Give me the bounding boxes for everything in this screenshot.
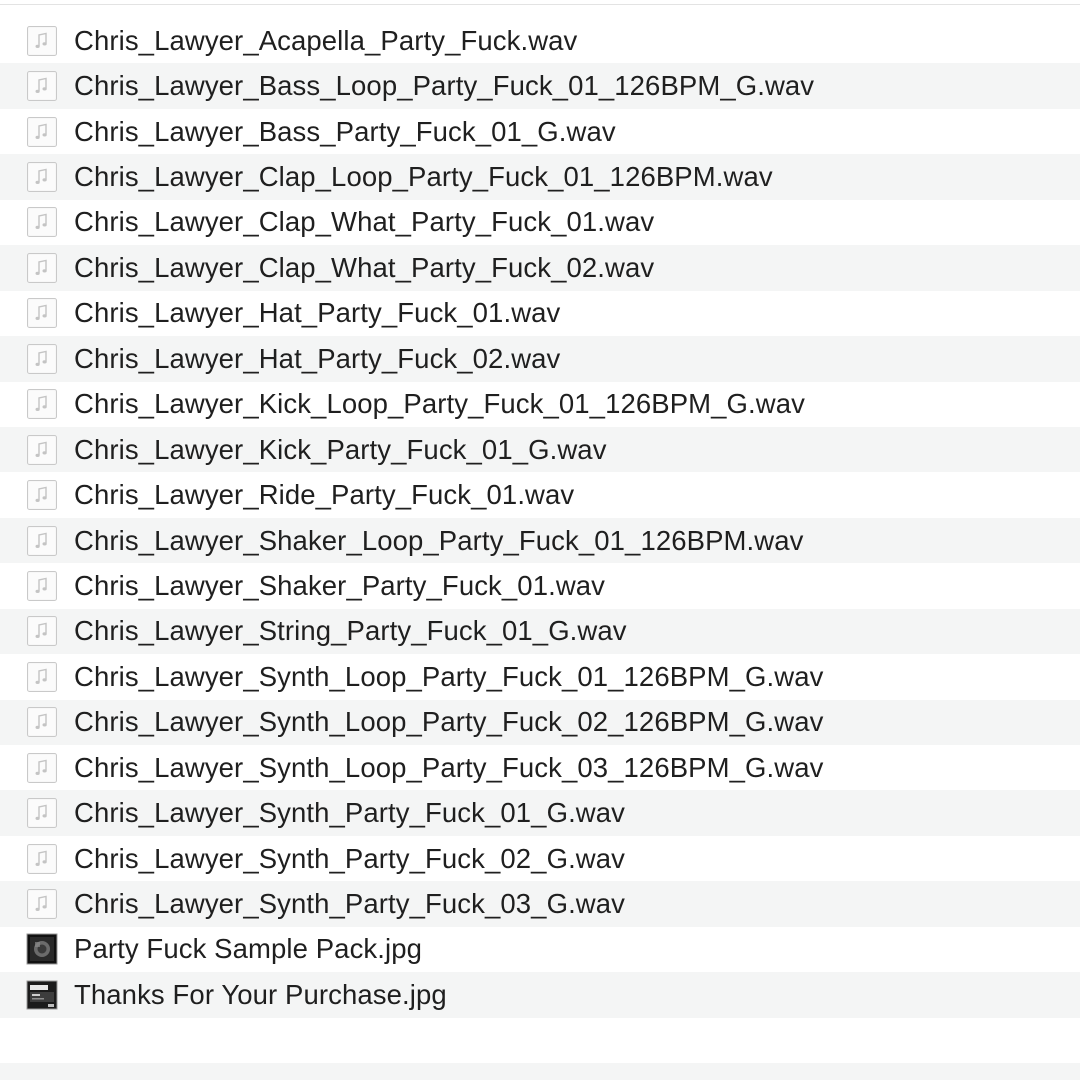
- audio-file-icon: [26, 706, 58, 738]
- file-name: Thanks For Your Purchase.jpg: [74, 978, 447, 1010]
- file-row[interactable]: Chris_Lawyer_Kick_Loop_Party_Fuck_01_126…: [0, 382, 1080, 427]
- file-row[interactable]: Chris_Lawyer_String_Party_Fuck_01_G.wav: [0, 608, 1080, 655]
- empty-row: [0, 1063, 1080, 1080]
- file-name: Chris_Lawyer_Shaker_Loop_Party_Fuck_01_1…: [74, 524, 804, 556]
- file-name: Chris_Lawyer_Clap_What_Party_Fuck_01.wav: [74, 206, 655, 238]
- audio-file-icon: [26, 252, 58, 284]
- image-thumbnail-dark-icon: [26, 933, 58, 965]
- file-name: Chris_Lawyer_Clap_Loop_Party_Fuck_01_126…: [74, 161, 773, 193]
- audio-file-icon: [26, 388, 58, 420]
- audio-file-icon: [26, 70, 58, 102]
- file-row[interactable]: Chris_Lawyer_Clap_What_Party_Fuck_01.wav: [0, 200, 1080, 245]
- audio-file-icon: [26, 888, 58, 920]
- audio-file-icon: [26, 661, 58, 693]
- file-row[interactable]: Party Fuck Sample Pack.jpg: [0, 927, 1080, 972]
- file-row[interactable]: Chris_Lawyer_Synth_Loop_Party_Fuck_02_12…: [0, 699, 1080, 745]
- audio-file-icon: [26, 615, 58, 647]
- file-row[interactable]: Chris_Lawyer_Synth_Party_Fuck_02_G.wav: [0, 836, 1080, 881]
- file-row[interactable]: Chris_Lawyer_Shaker_Loop_Party_Fuck_01_1…: [0, 517, 1080, 564]
- file-row[interactable]: Chris_Lawyer_Bass_Party_Fuck_01_G.wav: [0, 109, 1080, 154]
- empty-row: [0, 1018, 1080, 1063]
- top-divider: [0, 4, 1080, 5]
- image-thumbnail-screen-icon: [26, 979, 58, 1011]
- file-name: Chris_Lawyer_Bass_Party_Fuck_01_G.wav: [74, 115, 616, 147]
- file-name: Chris_Lawyer_String_Party_Fuck_01_G.wav: [74, 615, 627, 647]
- audio-file-icon: [26, 206, 58, 238]
- file-row[interactable]: Chris_Lawyer_Clap_Loop_Party_Fuck_01_126…: [0, 154, 1080, 200]
- audio-file-icon: [26, 161, 58, 193]
- file-name: Chris_Lawyer_Hat_Party_Fuck_01.wav: [74, 297, 561, 329]
- audio-file-icon: [26, 343, 58, 375]
- file-row[interactable]: Chris_Lawyer_Synth_Party_Fuck_03_G.wav: [0, 881, 1080, 927]
- file-row[interactable]: Chris_Lawyer_Acapella_Party_Fuck.wav: [0, 18, 1080, 63]
- file-name: Chris_Lawyer_Bass_Loop_Party_Fuck_01_126…: [74, 70, 815, 102]
- file-name: Chris_Lawyer_Acapella_Party_Fuck.wav: [74, 24, 578, 56]
- file-name: Chris_Lawyer_Shaker_Party_Fuck_01.wav: [74, 569, 606, 601]
- audio-file-icon: [26, 570, 58, 602]
- file-name: Chris_Lawyer_Kick_Party_Fuck_01_G.wav: [74, 433, 607, 465]
- file-row[interactable]: Chris_Lawyer_Ride_Party_Fuck_01.wav: [0, 472, 1080, 517]
- audio-file-icon: [26, 297, 58, 329]
- file-row[interactable]: Chris_Lawyer_Synth_Loop_Party_Fuck_03_12…: [0, 745, 1080, 790]
- audio-file-icon: [26, 116, 58, 148]
- file-row[interactable]: Chris_Lawyer_Hat_Party_Fuck_01.wav: [0, 291, 1080, 336]
- file-name: Chris_Lawyer_Synth_Party_Fuck_03_G.wav: [74, 888, 626, 920]
- audio-file-icon: [26, 434, 58, 466]
- file-name: Chris_Lawyer_Ride_Party_Fuck_01.wav: [74, 479, 575, 511]
- audio-file-icon: [26, 843, 58, 875]
- file-name: Chris_Lawyer_Synth_Loop_Party_Fuck_01_12…: [74, 660, 824, 692]
- audio-file-icon: [26, 797, 58, 829]
- file-row[interactable]: Chris_Lawyer_Clap_What_Party_Fuck_02.wav: [0, 245, 1080, 291]
- file-name: Chris_Lawyer_Kick_Loop_Party_Fuck_01_126…: [74, 388, 805, 420]
- audio-file-icon: [26, 752, 58, 784]
- audio-file-icon: [26, 479, 58, 511]
- file-name: Party Fuck Sample Pack.jpg: [74, 933, 423, 965]
- file-row[interactable]: Chris_Lawyer_Hat_Party_Fuck_02.wav: [0, 336, 1080, 382]
- file-name: Chris_Lawyer_Hat_Party_Fuck_02.wav: [74, 342, 561, 374]
- file-row[interactable]: Chris_Lawyer_Synth_Party_Fuck_01_G.wav: [0, 790, 1080, 836]
- file-name: Chris_Lawyer_Synth_Party_Fuck_01_G.wav: [74, 797, 626, 829]
- file-row[interactable]: Thanks For Your Purchase.jpg: [0, 972, 1080, 1018]
- file-row[interactable]: Chris_Lawyer_Bass_Loop_Party_Fuck_01_126…: [0, 63, 1080, 109]
- file-list: Chris_Lawyer_Acapella_Party_Fuck.wav Chri…: [0, 18, 1080, 1018]
- file-name: Chris_Lawyer_Clap_What_Party_Fuck_02.wav: [74, 251, 655, 283]
- audio-file-icon: [26, 525, 58, 557]
- file-name: Chris_Lawyer_Synth_Loop_Party_Fuck_02_12…: [74, 706, 824, 738]
- audio-file-icon: [26, 25, 58, 57]
- file-row[interactable]: Chris_Lawyer_Kick_Party_Fuck_01_G.wav: [0, 426, 1080, 473]
- file-name: Chris_Lawyer_Synth_Party_Fuck_02_G.wav: [74, 842, 626, 874]
- file-name: Chris_Lawyer_Synth_Loop_Party_Fuck_03_12…: [74, 751, 824, 783]
- file-row[interactable]: Chris_Lawyer_Shaker_Party_Fuck_01.wav: [0, 563, 1080, 608]
- file-row[interactable]: Chris_Lawyer_Synth_Loop_Party_Fuck_01_12…: [0, 654, 1080, 699]
- finder-list-view: Chris_Lawyer_Acapella_Party_Fuck.wav Chri…: [0, 0, 1080, 1080]
